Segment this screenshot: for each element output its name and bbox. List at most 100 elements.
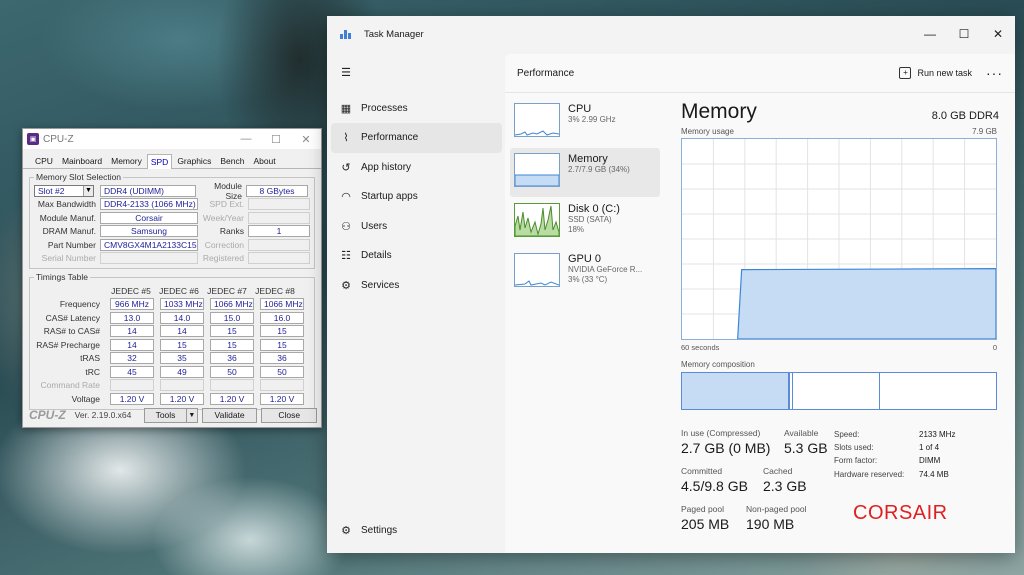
version-label: Ver. 2.19.0.x64: [74, 410, 132, 420]
gear-icon: ⚙: [341, 524, 351, 537]
close-icon[interactable]: ✕: [981, 27, 1015, 41]
sidebar-item-processes[interactable]: ▦ Processes: [331, 94, 502, 124]
sidebar-item-users[interactable]: ⚇ Users: [331, 212, 502, 242]
sidebar-item-app-history[interactable]: ↺ App history: [331, 153, 502, 183]
resource-detail: 2.7/7.9 GB (34%): [568, 165, 630, 174]
cpuz-window: ▣ CPU-Z — ☐ ✕ CPU Mainboard Memory SPD G…: [22, 128, 322, 428]
slots-used-label: Slots used:: [834, 443, 874, 453]
slot-select[interactable]: Slot #2 ▼: [34, 184, 94, 197]
timing-header: JEDEC #5: [111, 285, 151, 296]
run-new-task-button[interactable]: + Run new task: [899, 67, 972, 79]
maximize-icon[interactable]: ☐: [261, 133, 291, 146]
tab-cpu[interactable]: CPU: [31, 153, 57, 168]
committed-value: 4.5/9.8 GB: [681, 478, 748, 494]
timing-row: Voltage 1.20 V 1.20 V 1.20 V 1.20 V: [34, 392, 310, 406]
cpuz-brand-logo: CPU-Z: [29, 408, 66, 422]
timing-cell: 1.20 V: [260, 392, 304, 405]
memory-usage-chart: [682, 139, 997, 340]
sidebar-item-label: Services: [361, 279, 400, 291]
minimize-icon[interactable]: —: [231, 133, 261, 145]
tab-about[interactable]: About: [249, 153, 280, 168]
week-year-label: Week/Year: [202, 212, 244, 223]
pulse-icon: ⌇: [343, 132, 349, 145]
task-manager-app-icon: [340, 29, 352, 39]
non-paged-pool-value: 190 MB: [746, 516, 795, 532]
timing-row-label: CAS# Latency: [45, 312, 100, 323]
timings-table-legend: Timings Table: [36, 272, 88, 282]
tab-memory[interactable]: Memory: [107, 153, 146, 168]
timing-cell: 1066 MHz: [260, 298, 304, 311]
speed-value: 2133 MHz: [919, 430, 956, 439]
resource-item-cpu[interactable]: CPU 3% 2.99 GHz: [510, 98, 660, 147]
validate-button[interactable]: Validate: [201, 407, 258, 423]
memory-composition-label: Memory composition: [681, 360, 755, 369]
sidebar-item-settings[interactable]: ⚙ Settings: [331, 516, 502, 546]
resource-item-disk[interactable]: Disk 0 (C:) SSD (SATA) 18%: [510, 198, 660, 247]
hardware-reserved-value: 74.4 MB: [919, 469, 949, 479]
minimize-icon[interactable]: —: [913, 27, 947, 41]
resource-name: CPU: [568, 103, 592, 115]
tab-graphics[interactable]: Graphics: [173, 153, 216, 168]
sidebar-item-label: App history: [361, 161, 412, 173]
resource-list: CPU 3% 2.99 GHz Memory 2.7/7.9 GB (34%): [510, 98, 660, 298]
timing-cell: 36: [260, 352, 304, 365]
memory-max-label: 7.9 GB: [972, 127, 997, 136]
timing-cell: 15: [210, 325, 254, 338]
composition-modified: [792, 373, 793, 409]
cached-label: Cached: [763, 466, 793, 476]
timing-row-label: RAS# Precharge: [36, 339, 100, 350]
memory-thumbnail-graph: [514, 153, 560, 187]
cpuz-tabs: CPU Mainboard Memory SPD Graphics Bench …: [23, 149, 321, 169]
slot-select-value: Slot #2: [38, 185, 65, 196]
tm-titlebar: Task Manager — ☐ ✕: [327, 16, 1015, 52]
history-icon: ↺: [341, 161, 351, 174]
tools-button[interactable]: Tools ▼: [144, 407, 198, 423]
timing-row-label: Frequency: [59, 299, 100, 310]
spd-ext-label: SPD Ext.: [209, 199, 244, 210]
more-options-icon[interactable]: ···: [986, 65, 1003, 81]
disk-sparkline: [515, 205, 559, 236]
resource-item-memory[interactable]: Memory 2.7/7.9 GB (34%): [510, 148, 660, 197]
sidebar-item-performance[interactable]: ⌇ Performance: [331, 123, 502, 153]
tab-bench[interactable]: Bench: [216, 153, 249, 168]
tab-spd[interactable]: SPD: [146, 154, 173, 169]
committed-label: Committed: [681, 466, 723, 476]
module-type-value: DDR4 (UDIMM): [100, 184, 196, 197]
cpuz-app-icon: ▣: [27, 133, 39, 145]
timing-cell: 1066 MHz: [210, 298, 254, 311]
users-icon: ⚇: [341, 220, 351, 233]
cpuz-titlebar: ▣ CPU-Z — ☐ ✕: [23, 129, 321, 149]
maximize-icon[interactable]: ☐: [947, 27, 981, 41]
memory-spec-table: Speed: 2133 MHz Slots used: 1 of 4 Form fa…: [834, 428, 955, 481]
close-icon[interactable]: ✕: [291, 133, 321, 146]
tm-title: Task Manager: [364, 28, 424, 40]
timing-row: RAS# Precharge 14 15 15 15: [34, 338, 310, 352]
available-label: Available: [784, 428, 819, 438]
sidebar-item-label: Processes: [361, 102, 408, 114]
sidebar-item-services[interactable]: ⚙ Services: [331, 271, 502, 301]
time-axis-right: 0: [992, 343, 997, 352]
close-button[interactable]: Close: [261, 407, 318, 423]
available-value: 5.3 GB: [784, 440, 828, 456]
timing-cell: 16.0: [260, 311, 304, 324]
timing-cell: 35: [160, 352, 204, 365]
time-axis-left: 60 seconds: [681, 343, 720, 352]
tab-mainboard[interactable]: Mainboard: [57, 153, 107, 168]
hamburger-menu-button[interactable]: ☰: [331, 58, 502, 88]
resource-item-gpu[interactable]: GPU 0 NVIDIA GeForce R... 3% (33 °C): [510, 248, 660, 297]
sidebar-item-startup-apps[interactable]: ◠ Startup apps: [331, 182, 502, 212]
timing-cell: 1033 MHz: [160, 298, 204, 311]
timing-cell: 15: [160, 338, 204, 351]
timing-row-label: RAS# to CAS#: [43, 326, 100, 337]
cpuz-footer: CPU-Z Ver. 2.19.0.x64 Tools ▼ Validate C…: [23, 407, 321, 423]
sidebar-item-details[interactable]: ☷ Details: [331, 241, 502, 271]
memory-composition-bar: [681, 372, 997, 410]
registered-value: [248, 252, 310, 265]
paged-pool-value: 205 MB: [681, 516, 730, 532]
speedometer-icon: ◠: [341, 191, 351, 204]
disk-thumbnail-graph: [514, 203, 560, 237]
timing-row: tRAS 32 35 36 36: [34, 352, 310, 366]
timing-cell: 45: [110, 365, 154, 378]
resource-detail: 18%: [568, 225, 585, 234]
run-new-task-label: Run new task: [917, 68, 972, 78]
